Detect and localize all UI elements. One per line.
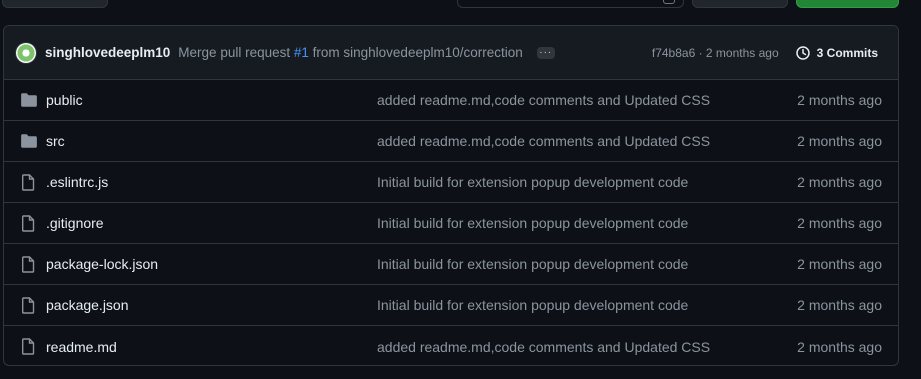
file-row[interactable]: package-lock.json Initial build for exten…	[4, 244, 898, 285]
commit-message-prefix: Merge pull request	[178, 45, 294, 60]
commits-count-label: 3 Commits	[816, 45, 878, 60]
folder-icon	[20, 133, 38, 150]
file-commit-age: 2 months ago	[797, 133, 882, 149]
file-commit-age: 2 months ago	[797, 215, 882, 231]
pull-request-link[interactable]: #1	[294, 45, 309, 60]
file-name-link[interactable]: src	[46, 133, 65, 149]
branch-select-button[interactable]	[2, 0, 108, 8]
expand-commit-button[interactable]: ···	[536, 46, 555, 59]
add-file-button[interactable]	[692, 0, 788, 8]
file-icon	[20, 338, 38, 355]
file-row[interactable]: .gitignore Initial build for extension po…	[4, 203, 898, 244]
file-name-link[interactable]: .gitignore	[46, 215, 104, 231]
commit-message[interactable]: Merge pull request #1 from singhlovedeep…	[178, 45, 522, 60]
file-commit-message-link[interactable]: added readme.md,code comments and Update…	[377, 339, 710, 355]
file-commit-age: 2 months ago	[797, 338, 882, 355]
file-name-link[interactable]: package.json	[46, 297, 129, 313]
commit-message-suffix: from singhlovedeeplm10/correction	[308, 45, 523, 60]
file-row[interactable]: .eslintrc.js Initial build for extension …	[4, 162, 898, 203]
file-browser: singhlovedeeplm10 Merge pull request #1 …	[3, 25, 899, 366]
file-row[interactable]: src added readme.md,code comments and Upd…	[4, 121, 898, 162]
file-commit-message-link[interactable]: Initial build for extension popup develo…	[377, 215, 688, 231]
file-commit-message-link[interactable]: Initial build for extension popup develo…	[377, 297, 688, 313]
file-row[interactable]: readme.md added readme.md,code comments a…	[4, 326, 898, 365]
file-commit-message-link[interactable]: added readme.md,code comments and Update…	[377, 92, 710, 108]
history-icon	[795, 45, 810, 60]
shortcut-key-icon	[663, 0, 675, 4]
file-commit-age: 2 months ago	[797, 297, 882, 313]
commit-sha-age[interactable]: f74b8a6 · 2 months ago	[652, 46, 779, 60]
file-icon	[20, 174, 38, 191]
file-name-link[interactable]: .eslintrc.js	[46, 174, 108, 190]
file-commit-message-link[interactable]: added readme.md,code comments and Update…	[377, 133, 710, 149]
commits-history-link[interactable]: 3 Commits	[795, 45, 884, 61]
file-row[interactable]: package.json Initial build for extension …	[4, 285, 898, 326]
go-to-file-search[interactable]	[457, 0, 684, 8]
file-name-link[interactable]: public	[46, 92, 83, 108]
code-button[interactable]	[796, 0, 899, 8]
avatar[interactable]	[16, 42, 36, 63]
file-commit-message-link[interactable]: Initial build for extension popup develo…	[377, 256, 688, 272]
file-commit-age: 2 months ago	[797, 256, 882, 272]
folder-icon	[20, 92, 38, 109]
file-icon	[20, 215, 38, 232]
file-name-link[interactable]: package-lock.json	[46, 256, 158, 272]
file-commit-message-link[interactable]: Initial build for extension popup develo…	[377, 174, 688, 190]
file-list: public added readme.md,code comments and …	[4, 80, 898, 365]
file-icon	[20, 297, 38, 314]
file-commit-age: 2 months ago	[797, 174, 882, 190]
commit-author-link[interactable]: singhlovedeeplm10	[45, 45, 170, 60]
file-name-link[interactable]: readme.md	[46, 339, 117, 355]
file-row[interactable]: public added readme.md,code comments and …	[4, 80, 898, 121]
latest-commit-bar: singhlovedeeplm10 Merge pull request #1 …	[4, 26, 898, 80]
file-icon	[20, 256, 38, 273]
file-commit-age: 2 months ago	[797, 92, 882, 108]
